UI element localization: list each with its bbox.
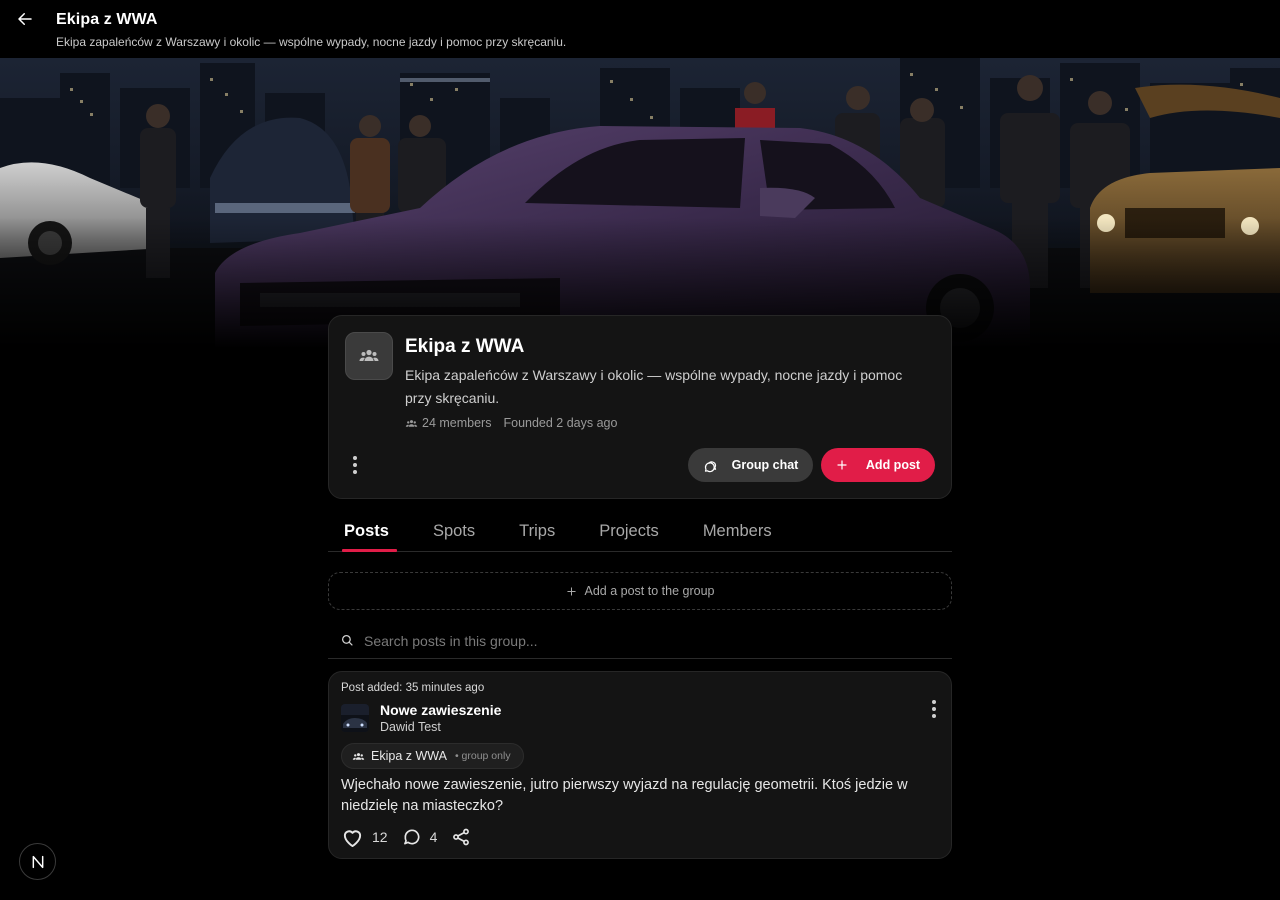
members-icon: [405, 419, 418, 427]
founded-label: Founded 2 days ago: [503, 416, 618, 430]
add-post-label: Add post: [865, 458, 921, 472]
post-timestamp: Post added: 35 minutes ago: [341, 682, 485, 694]
like-button[interactable]: 12: [341, 827, 388, 848]
tab-spots[interactable]: Spots: [433, 512, 475, 551]
dot-icon: [353, 470, 357, 474]
post-search: [328, 622, 952, 659]
comment-button[interactable]: 4: [402, 827, 438, 847]
members-label: 24 members: [422, 416, 492, 430]
post-body: Wjechało nowe zawieszenie, jutro pierwsz…: [341, 777, 908, 814]
share-icon: [453, 828, 470, 846]
add-post-prompt-label: Add a post to the group: [584, 584, 715, 598]
top-bar: Ekipa z WWA Ekipa zapaleńców z Warszawy …: [0, 0, 1280, 58]
heart-icon: [343, 829, 362, 847]
plus-icon: [837, 460, 847, 470]
author-avatar[interactable]: [341, 704, 369, 732]
group-chat-button[interactable]: Group chat: [688, 448, 813, 482]
group-avatar: [345, 332, 393, 380]
add-post-button[interactable]: Add post: [821, 448, 935, 482]
post-group-chip[interactable]: Ekipa z WWA • group only: [341, 743, 524, 769]
dot-icon: [353, 463, 357, 467]
page-subtitle: Ekipa zapaleńców z Warszawy i okolic — w…: [56, 35, 567, 49]
post-title[interactable]: Nowe zawieszenie: [380, 702, 501, 718]
post-more-button[interactable]: [927, 698, 941, 720]
dot-icon: [353, 456, 357, 460]
back-button[interactable]: [12, 6, 38, 32]
share-button[interactable]: [451, 827, 471, 847]
n-logo-icon: [32, 855, 43, 868]
chip-visibility: • group only: [454, 750, 511, 762]
members-count[interactable]: 24 members: [405, 416, 491, 430]
post-card[interactable]: Post added: 35 minutes ago Nowe zawiesze…: [328, 671, 952, 859]
plus-icon: [566, 586, 576, 596]
add-post-prompt[interactable]: Add a post to the group: [328, 572, 952, 610]
chip-group-name: Ekipa z WWA: [371, 749, 447, 763]
dot-icon: [932, 707, 936, 711]
group-description: Ekipa zapaleńców z Warszawy i okolic — w…: [405, 367, 903, 406]
group-chat-label: Group chat: [731, 458, 799, 472]
group-meta: 24 members Founded 2 days ago: [405, 416, 617, 430]
post-author[interactable]: Dawid Test: [380, 720, 441, 734]
dot-icon: [932, 700, 936, 704]
dot-icon: [932, 714, 936, 718]
search-icon: [341, 634, 353, 646]
tab-members[interactable]: Members: [703, 512, 772, 551]
arrow-left-icon: [18, 13, 32, 25]
group-tabs: Posts Spots Trips Projects Members: [328, 512, 952, 552]
comment-count: 4: [429, 829, 438, 845]
tab-trips[interactable]: Trips: [519, 512, 555, 551]
group-more-button[interactable]: [345, 452, 365, 478]
users-icon: [352, 752, 365, 760]
tab-posts[interactable]: Posts: [342, 512, 397, 552]
tab-projects[interactable]: Projects: [599, 512, 659, 551]
group-cover-image: [0, 58, 1280, 348]
comment-icon: [403, 829, 420, 845]
group-name: Ekipa z WWA: [405, 336, 525, 357]
search-input[interactable]: [364, 630, 924, 652]
like-count: 12: [372, 829, 388, 845]
page-title: Ekipa z WWA: [56, 11, 158, 28]
users-icon: [359, 349, 379, 361]
group-info-card: Ekipa z WWA Ekipa zapaleńców z Warszawy …: [328, 315, 952, 499]
dev-tools-badge[interactable]: [19, 843, 56, 880]
chat-icon: [704, 460, 716, 472]
post-actions: 12 4: [341, 824, 485, 850]
